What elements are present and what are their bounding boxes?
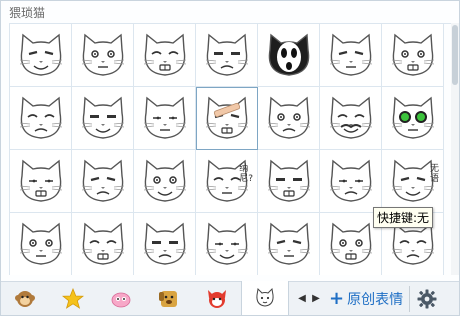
worried-cat-face — [267, 159, 310, 202]
emoji-cell[interactable] — [320, 87, 382, 150]
add-original-emoji-label: 原创表情 — [347, 291, 404, 308]
pack-tab-pink[interactable] — [97, 282, 145, 315]
settings-button[interactable] — [414, 286, 440, 312]
gear-icon — [417, 289, 437, 308]
pack-tab-dog[interactable] — [145, 282, 193, 315]
emoji-cell[interactable]: 纳 尼? — [196, 150, 258, 213]
plus-icon: + — [329, 287, 345, 309]
scrollbar-thumb[interactable] — [452, 25, 458, 85]
dizzy-cat-face — [81, 159, 124, 202]
shocked-cat-face — [81, 96, 124, 139]
emoji-cell[interactable] — [10, 213, 72, 275]
emoji-cell[interactable] — [134, 213, 196, 275]
scrollbar[interactable] — [451, 23, 459, 275]
emoji-cell[interactable] — [258, 150, 320, 213]
questioning-cat-face — [205, 222, 248, 265]
panel-title: 猥琐猫 — [9, 6, 46, 20]
emoji-cell[interactable] — [258, 87, 320, 150]
dog-icon — [159, 290, 177, 307]
next-pack-button[interactable]: ▶ — [311, 293, 321, 304]
spiral-eyes-cat-face — [143, 222, 186, 265]
pack-tab-monkey[interactable] — [1, 282, 49, 315]
toolbar-divider — [409, 285, 411, 312]
emoji-cell[interactable] — [72, 213, 134, 275]
cat-face-icon — [256, 287, 274, 307]
smiling-cat-face — [81, 33, 124, 76]
emoji-caption: 无 语 — [429, 164, 439, 184]
emoji-cell[interactable] — [258, 24, 320, 87]
add-original-emoji-button[interactable]: + 原创表情 — [329, 289, 403, 309]
emoji-toolbar: ◀ ▶ + 原创表情 — [1, 281, 459, 315]
emoji-cell[interactable] — [134, 150, 196, 213]
pack-tab-star[interactable] — [49, 282, 97, 315]
emoji-cell[interactable]: 无 语 — [382, 150, 444, 213]
smirking-cat-face — [329, 33, 372, 76]
emoji-cell[interactable] — [10, 87, 72, 150]
emoji-cell[interactable] — [320, 150, 382, 213]
buck-teeth-cat-face — [329, 159, 372, 202]
pack-tab-cat[interactable] — [241, 281, 289, 315]
emoji-cell[interactable] — [72, 24, 134, 87]
red-fox-icon — [208, 289, 226, 308]
scribble-cat-face — [19, 222, 62, 265]
sneering-cat-face — [143, 33, 186, 76]
pig-nose-cat-face — [329, 222, 372, 265]
goggles-cat-face — [391, 96, 434, 139]
emoji-cell[interactable] — [72, 87, 134, 150]
shortcut-tooltip: 快捷键:无 — [373, 207, 434, 228]
squinting-cat-face — [143, 96, 186, 139]
emoji-cell[interactable] — [10, 150, 72, 213]
emoji-cell[interactable] — [134, 87, 196, 150]
weeping-cat-face — [143, 159, 186, 202]
emoji-cell[interactable] — [10, 24, 72, 87]
bandaged-cat-face — [205, 96, 248, 139]
emoji-cell[interactable] — [72, 150, 134, 213]
emoji-cell[interactable] — [382, 24, 444, 87]
emoji-cell[interactable] — [258, 213, 320, 275]
emoji-cell[interactable] — [196, 87, 258, 150]
crying-cat-face — [19, 159, 62, 202]
grinning-cat-face — [205, 33, 248, 76]
emoji-cell[interactable] — [320, 24, 382, 87]
prev-pack-button[interactable]: ◀ — [297, 293, 307, 304]
pack-tab-fox[interactable] — [193, 282, 241, 315]
emoji-cell[interactable] — [196, 24, 258, 87]
pack-scroll-arrows: ◀ ▶ — [297, 293, 321, 304]
laughing-cat-face — [391, 33, 434, 76]
black-mask-face — [268, 33, 309, 76]
mustache-cat-face — [329, 96, 372, 139]
bored-cat-face — [267, 96, 310, 139]
sleepy-cat-face — [19, 96, 62, 139]
star-icon — [62, 287, 84, 309]
tearful-cat-face — [267, 222, 310, 265]
emoji-grid: 纳 尼? 无 语 — [9, 23, 451, 275]
monkey-icon — [15, 290, 35, 307]
emoji-cell[interactable] — [382, 87, 444, 150]
emoji-grid-wrap: 纳 尼? 无 语 — [9, 23, 451, 275]
pink-blob-icon — [111, 292, 131, 307]
annoyed-cat-face — [81, 222, 124, 265]
grinning-cat-face — [19, 33, 62, 76]
emoji-panel: 猥琐猫 纳 尼? 无 语 快捷键:无 ◀ ▶ + 原创表情 — [0, 0, 460, 316]
emoji-cell[interactable] — [134, 24, 196, 87]
emoji-caption: 纳 尼? — [239, 164, 253, 184]
emoji-cell[interactable] — [196, 213, 258, 275]
